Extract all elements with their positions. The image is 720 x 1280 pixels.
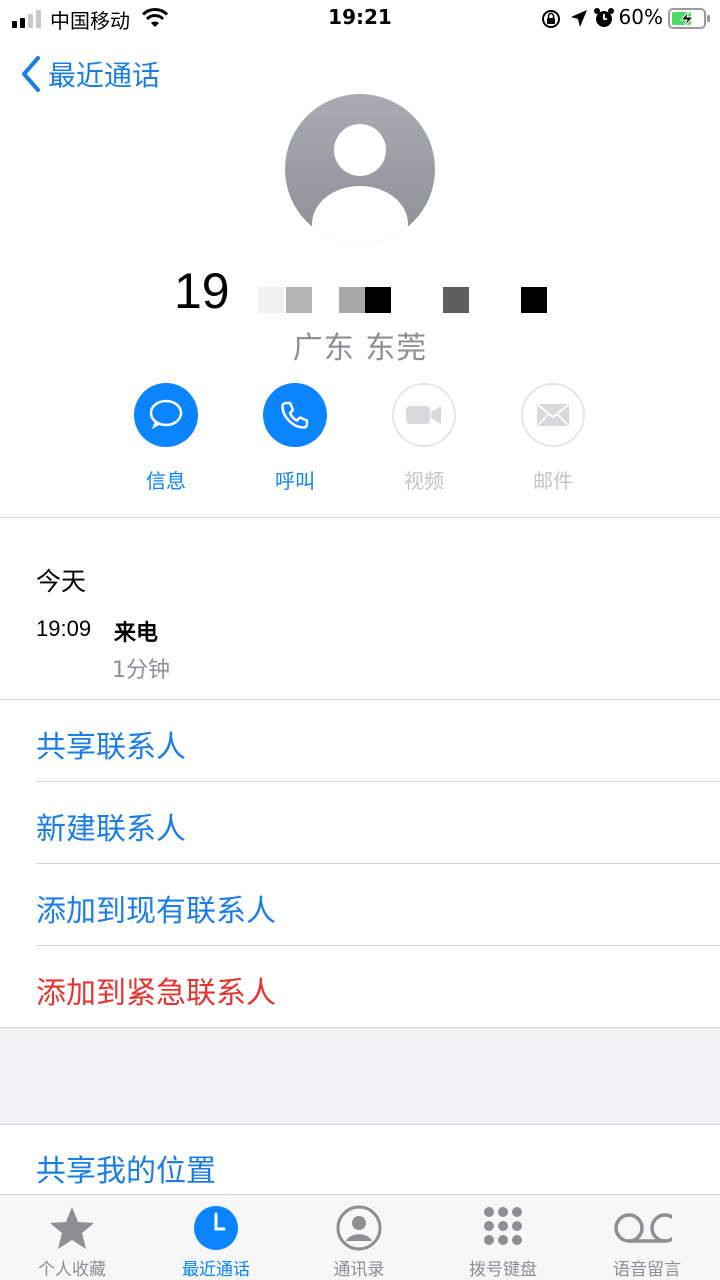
voicemail-icon: [614, 1213, 672, 1243]
tab-favorites[interactable]: 个人收藏: [7, 1195, 137, 1280]
battery-charging-icon: [668, 8, 710, 29]
divider: [36, 945, 720, 946]
message-button[interactable]: [134, 383, 198, 447]
phone-number: 19: [174, 262, 230, 320]
share-contact-button[interactable]: 共享联系人: [36, 722, 186, 766]
tab-voicemail[interactable]: 语音留言: [582, 1195, 712, 1280]
location-arrow-icon: [571, 10, 587, 27]
divider: [0, 1124, 720, 1125]
battery-percent: 60%: [618, 5, 663, 29]
section-gap: [0, 1028, 720, 1124]
person-circle-icon: [336, 1205, 382, 1251]
share-my-location-button[interactable]: 共享我的位置: [36, 1146, 216, 1190]
alarm-icon: [594, 8, 614, 27]
phone-number-visible: 19: [174, 263, 230, 319]
add-to-existing-contact-button[interactable]: 添加到现有联系人: [36, 886, 276, 930]
mail-button: [521, 383, 585, 447]
history-day: 今天: [36, 567, 87, 596]
person-silhouette-icon: [312, 124, 408, 244]
contact-avatar: [285, 94, 435, 244]
keypad-icon: [484, 1207, 522, 1245]
video-button: [392, 383, 456, 447]
tab-keypad[interactable]: 拨号键盘: [438, 1195, 568, 1280]
divider: [0, 699, 720, 700]
tab-voicemail-label: 语音留言: [613, 1260, 681, 1280]
mail-action: 邮件: [520, 383, 586, 494]
call-button[interactable]: [263, 383, 327, 447]
call-action[interactable]: 呼叫: [262, 383, 328, 494]
divider: [0, 517, 720, 518]
video-label: 视频: [404, 469, 444, 493]
tab-recents-label: 最近通话: [182, 1260, 250, 1280]
divider: [36, 781, 720, 782]
message-bubble-icon: [149, 399, 183, 429]
video-camera-icon: [406, 406, 441, 424]
phone-location: 广东 东莞: [292, 331, 428, 366]
back-button[interactable]: 最近通话: [20, 52, 160, 96]
mail-label: 邮件: [533, 469, 573, 493]
tab-recents[interactable]: 最近通话: [151, 1195, 281, 1280]
tab-contacts-label: 通讯录: [333, 1260, 385, 1280]
tab-keypad-label: 拨号键盘: [469, 1260, 537, 1280]
add-to-emergency-contact-button[interactable]: 添加到紧急联系人: [36, 968, 276, 1012]
tab-bar: 个人收藏 最近通话 通讯录 拨号键盘 语音留言: [0, 1194, 720, 1280]
message-label: 信息: [146, 469, 186, 493]
call-time: 19:09: [36, 616, 92, 641]
status-bar: 中国移动 19:21 60%: [0, 0, 720, 40]
tab-contacts[interactable]: 通讯录: [294, 1195, 424, 1280]
new-contact-button[interactable]: 新建联系人: [36, 804, 186, 848]
chevron-left-icon: [22, 56, 40, 92]
phone-icon: [281, 401, 309, 429]
tab-favorites-label: 个人收藏: [38, 1260, 106, 1280]
message-action[interactable]: 信息: [133, 383, 199, 494]
rotation-lock-icon: [542, 10, 560, 28]
call-label: 呼叫: [275, 469, 315, 493]
call-duration: 1分钟: [112, 658, 170, 683]
clock-icon: [194, 1206, 238, 1250]
call-type: 来电: [114, 621, 159, 646]
video-action: 视频: [391, 383, 457, 494]
mail-envelope-icon: [537, 404, 569, 426]
star-icon: [50, 1207, 94, 1249]
back-label: 最近通话: [48, 59, 161, 92]
divider: [36, 863, 720, 864]
